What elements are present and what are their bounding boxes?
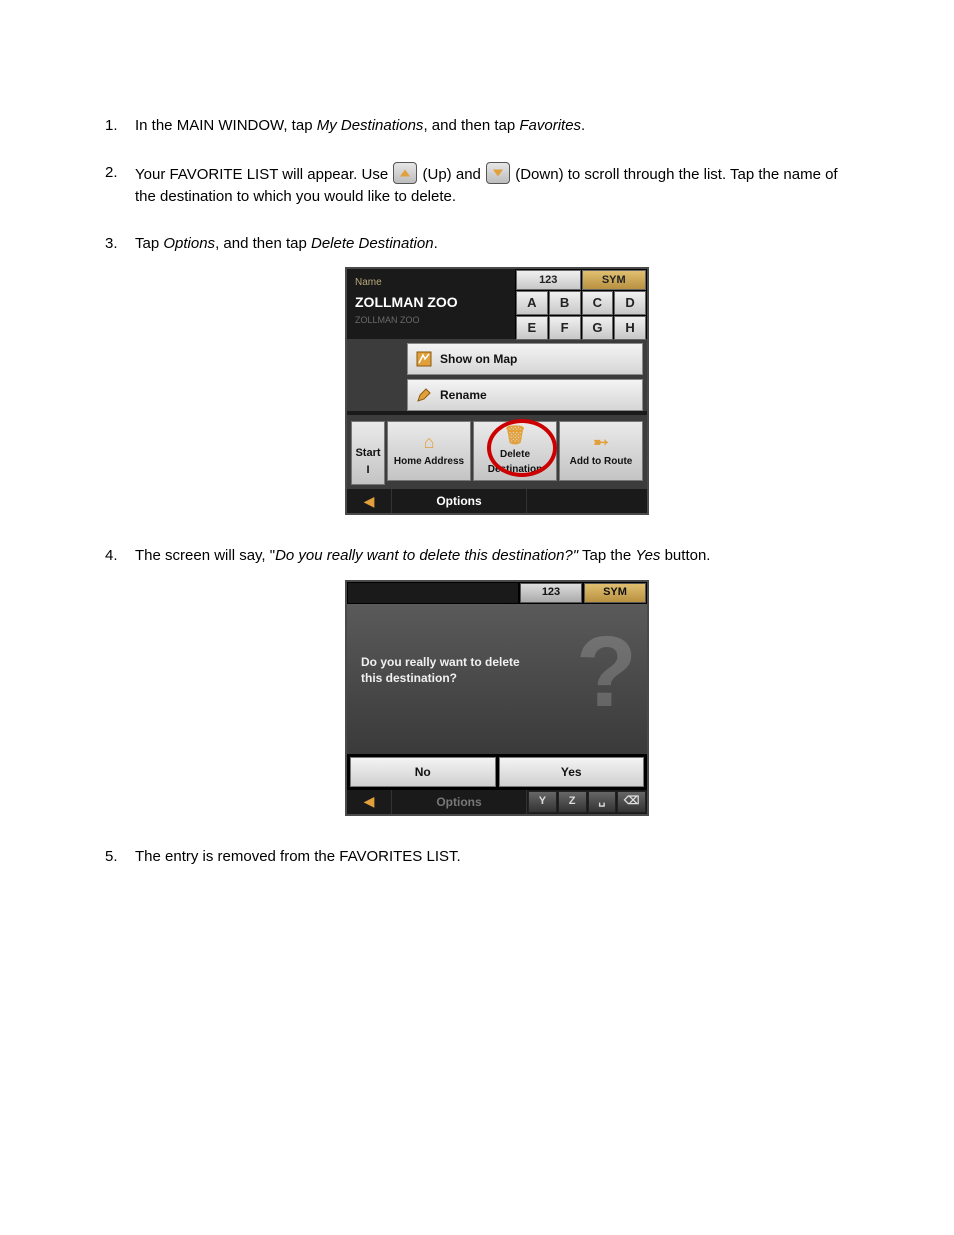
instruction-list: 1. In the MAIN WINDOW, tap My Destinatio… [105,115,859,868]
mini-key-backspace[interactable]: ⌫ [617,791,646,813]
start-label: Start I [354,445,382,478]
step-text: The entry is removed from the FAVORITES … [135,848,461,865]
step-5: 5. The entry is removed from the FAVORIT… [105,846,859,869]
device-options-menu: Name ZOLLMAN ZOO ZOLLMAN ZOO 123 SYM A B… [345,267,649,515]
step-text: . [581,117,585,134]
button-label: Add to Route [570,454,633,469]
name-ghost: ZOLLMAN ZOO [355,314,507,328]
screenshot-wrapper: Name ZOLLMAN ZOO ZOLLMAN ZOO 123 SYM A B… [135,267,859,515]
delete-destination-button[interactable]: 🗑 Delete Destination [473,421,557,481]
tab-spacer [348,583,518,603]
key-123[interactable]: 123 [516,270,581,290]
step-number: 1. [105,115,118,138]
step-2: 2. Your FAVORITE LIST will appear. Use (… [105,162,859,209]
pencil-icon [416,387,432,403]
button-label: Home Address [394,454,464,469]
step-number: 4. [105,545,118,568]
dialog-body: ? Do you really want to delete this dest… [347,604,647,754]
step-text: , and then tap [423,117,519,134]
step-number: 5. [105,846,118,869]
step-text: Tap [135,235,163,252]
footer-spacer [527,489,647,513]
step-text: . [434,235,438,252]
tab-123[interactable]: 123 [520,583,582,603]
route-icon: ➸ [593,433,608,451]
device-tabs: 123 SYM [347,582,647,604]
options-list: Show on Map Rename [347,339,647,411]
key-g[interactable]: G [582,316,614,340]
dialog-buttons: No Yes [347,754,647,790]
step-4: 4. The screen will say, "Do you really w… [105,545,859,816]
step-italic: Yes [635,547,660,564]
question-line-2: this destination? [361,671,457,685]
arrow-down-icon [486,162,510,184]
back-button[interactable]: ◀ [347,489,391,513]
question-mark-icon: ? [576,622,637,722]
screenshot-wrapper: 123 SYM ? Do you really want to delete t… [135,580,859,816]
option-rename[interactable]: Rename [407,379,643,411]
dialog-question: Do you really want to delete this destin… [361,654,551,688]
step-1: 1. In the MAIN WINDOW, tap My Destinatio… [105,115,859,138]
name-area: Name ZOLLMAN ZOO ZOLLMAN ZOO [347,269,515,339]
home-icon: ⌂ [424,433,435,451]
back-button[interactable]: ◀ [347,790,391,814]
key-e[interactable]: E [516,316,548,340]
button-label-l2: Destination [488,462,542,477]
name-value: ZOLLMAN ZOO [355,292,507,313]
option-label: Rename [440,386,487,404]
key-d[interactable]: D [614,291,646,315]
key-c[interactable]: C [582,291,614,315]
name-label: Name [355,275,507,290]
mini-key-space[interactable]: ␣ [588,791,617,813]
key-sym[interactable]: SYM [582,270,647,290]
question-line-1: Do you really want to delete [361,655,520,669]
footer-options-button[interactable]: Options [391,489,527,513]
mini-key-z[interactable]: Z [558,791,587,813]
device-confirm-dialog: 123 SYM ? Do you really want to delete t… [345,580,649,816]
key-a[interactable]: A [516,291,548,315]
trash-icon: 🗑 [504,426,527,444]
step-italic: Do you really want to delete this destin… [275,547,578,564]
document-page: 1. In the MAIN WINDOW, tap My Destinatio… [0,0,954,1235]
option-show-on-map[interactable]: Show on Map [407,343,643,375]
add-to-route-button[interactable]: ➸ Add to Route [559,421,643,481]
mini-keypad: Y Z ␣ ⌫ [527,790,647,814]
tab-sym[interactable]: SYM [584,583,646,603]
step-text: (Up) and [423,166,486,183]
arrow-up-icon [393,162,417,184]
step-italic: Favorites [519,117,581,134]
step-3: 3. Tap Options, and then tap Delete Dest… [105,233,859,516]
step-number: 2. [105,162,118,185]
step-text: In the MAIN WINDOW, tap [135,117,317,134]
yes-button[interactable]: Yes [499,757,645,787]
step-number: 3. [105,233,118,256]
step-text: Your FAVORITE LIST will appear. Use [135,166,388,183]
step-text: Tap the [578,547,635,564]
step-text: button. [660,547,710,564]
device-footer: ◀ Options Y Z ␣ ⌫ [347,790,647,814]
option-label: Show on Map [440,350,517,368]
map-icon [416,351,432,367]
key-h[interactable]: H [614,316,646,340]
step-text: , and then tap [215,235,311,252]
key-f[interactable]: F [549,316,581,340]
keypad: 123 SYM A B C D E F G H [515,269,647,339]
start-button[interactable]: Start I [351,421,385,485]
step-text: The screen will say, " [135,547,275,564]
device-footer: ◀ Options [347,489,647,513]
mini-key-y[interactable]: Y [528,791,557,813]
step-italic: My Destinations [317,117,424,134]
step-italic: Options [163,235,215,252]
no-button[interactable]: No [350,757,496,787]
key-b[interactable]: B [549,291,581,315]
device-top-row: Name ZOLLMAN ZOO ZOLLMAN ZOO 123 SYM A B… [347,269,647,339]
home-address-button[interactable]: ⌂ Home Address [387,421,471,481]
step-italic: Delete Destination [311,235,434,252]
footer-options-button[interactable]: Options [391,790,527,814]
button-label-l1: Delete [500,447,530,462]
button-row: Start I ⌂ Home Address 🗑 Delete Destinat… [347,415,647,489]
